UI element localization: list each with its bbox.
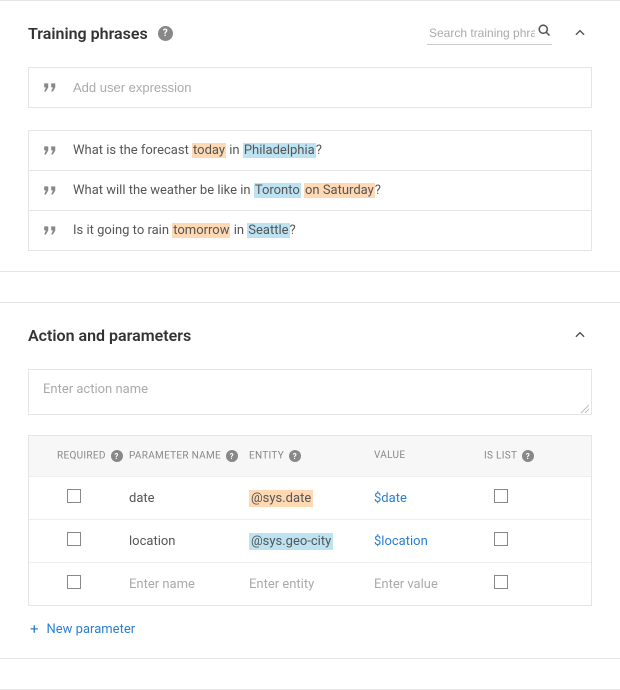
header-value: VALUE bbox=[374, 450, 484, 462]
required-checkbox[interactable] bbox=[67, 575, 81, 589]
param-name-placeholder[interactable]: Enter name bbox=[129, 577, 249, 592]
param-name-cell[interactable]: date bbox=[129, 491, 249, 506]
training-phrase-row[interactable]: What is the forecast today in Philadelph… bbox=[29, 131, 591, 170]
training-phrase-row[interactable]: Is it going to rain tomorrow in Seattle? bbox=[29, 210, 591, 250]
action-parameters-section: Action and parameters REQUIRED ? PARAMET… bbox=[0, 302, 620, 659]
required-checkbox[interactable] bbox=[67, 489, 81, 503]
training-search[interactable] bbox=[427, 22, 552, 45]
header-entity: ENTITY ? bbox=[249, 450, 374, 462]
header-is-list: IS LIST ? bbox=[484, 450, 554, 462]
resize-handle-icon[interactable] bbox=[579, 402, 589, 412]
city-entity-highlight[interactable]: Toronto bbox=[254, 183, 301, 198]
city-entity-highlight[interactable]: Philadelphia bbox=[243, 143, 316, 158]
phrase-text: Is it going to rain tomorrow in Seattle? bbox=[73, 223, 296, 238]
action-parameters-title: Action and parameters bbox=[28, 326, 191, 345]
training-phrases-list: What is the forecast today in Philadelph… bbox=[28, 130, 592, 251]
quote-icon bbox=[43, 225, 59, 237]
help-icon[interactable]: ? bbox=[111, 450, 123, 462]
param-entity-placeholder[interactable]: Enter entity bbox=[249, 577, 374, 592]
param-value-placeholder[interactable]: Enter value bbox=[374, 577, 484, 592]
plus-icon: + bbox=[30, 620, 39, 638]
phrase-text: What is the forecast today in Philadelph… bbox=[73, 143, 322, 158]
help-icon[interactable]: ? bbox=[226, 450, 238, 462]
action-name-input[interactable] bbox=[29, 370, 591, 410]
action-name-field[interactable] bbox=[28, 369, 592, 415]
training-phrases-section: Training phrases ? What is the forecast … bbox=[0, 0, 620, 272]
add-expression-card bbox=[28, 67, 592, 108]
is-list-checkbox[interactable] bbox=[494, 489, 508, 503]
entity-badge[interactable]: @sys.geo-city bbox=[249, 533, 333, 550]
collapse-training-icon[interactable] bbox=[568, 21, 592, 45]
search-icon[interactable] bbox=[537, 23, 552, 42]
parameters-table-header: REQUIRED ? PARAMETER NAME ? ENTITY ? VAL… bbox=[29, 436, 591, 476]
quote-icon bbox=[43, 145, 59, 157]
date-entity-highlight[interactable]: on Saturday bbox=[304, 183, 375, 198]
is-list-checkbox[interactable] bbox=[494, 575, 508, 589]
date-entity-highlight[interactable]: tomorrow bbox=[172, 223, 230, 238]
phrase-text: What will the weather be like in Toronto… bbox=[73, 183, 381, 198]
header-param-name: PARAMETER NAME ? bbox=[129, 450, 249, 462]
parameters-table: REQUIRED ? PARAMETER NAME ? ENTITY ? VAL… bbox=[28, 435, 592, 606]
is-list-checkbox[interactable] bbox=[494, 532, 508, 546]
quote-icon bbox=[43, 82, 59, 94]
entity-badge[interactable]: @sys.date bbox=[249, 490, 313, 507]
param-value-cell[interactable]: $date bbox=[374, 491, 407, 506]
help-icon[interactable]: ? bbox=[158, 26, 173, 41]
param-name-cell[interactable]: location bbox=[129, 534, 249, 549]
required-checkbox[interactable] bbox=[67, 532, 81, 546]
add-expression-input[interactable] bbox=[73, 80, 577, 95]
action-parameters-header: Action and parameters bbox=[28, 323, 592, 347]
training-phrase-row[interactable]: What will the weather be like in Toronto… bbox=[29, 170, 591, 210]
add-expression-row[interactable] bbox=[29, 68, 591, 107]
search-input[interactable] bbox=[427, 22, 537, 44]
collapse-action-icon[interactable] bbox=[568, 323, 592, 347]
training-phrases-header: Training phrases ? bbox=[28, 21, 592, 45]
param-value-cell[interactable]: $location bbox=[374, 534, 428, 549]
new-parameter-button[interactable]: + New parameter bbox=[28, 606, 592, 638]
parameter-row[interactable]: date @sys.date $date bbox=[29, 476, 591, 519]
city-entity-highlight[interactable]: Seattle bbox=[247, 223, 289, 238]
training-phrases-title: Training phrases bbox=[28, 24, 148, 43]
parameter-row-empty[interactable]: Enter name Enter entity Enter value bbox=[29, 562, 591, 605]
header-required: REQUIRED ? bbox=[39, 450, 129, 462]
quote-icon bbox=[43, 185, 59, 197]
date-entity-highlight[interactable]: today bbox=[192, 143, 226, 158]
parameter-row[interactable]: location @sys.geo-city $location bbox=[29, 519, 591, 562]
help-icon[interactable]: ? bbox=[522, 450, 534, 462]
help-icon[interactable]: ? bbox=[289, 450, 301, 462]
